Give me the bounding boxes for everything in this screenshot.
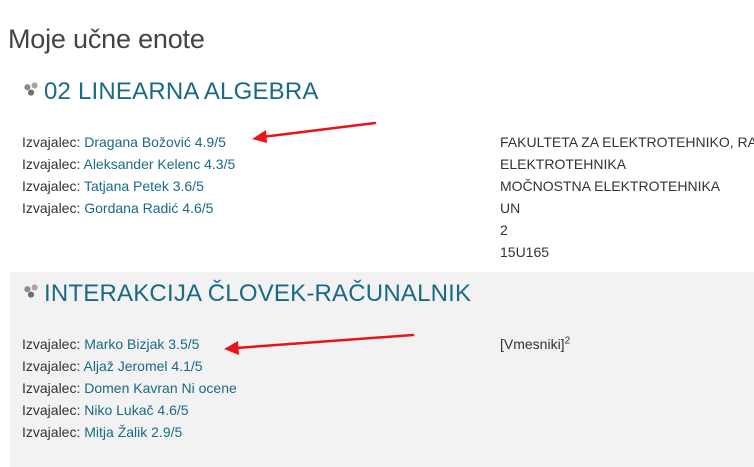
course-card: INTERAKCIJA ČLOVEK-RAČUNALNIK Izvajalec:… — [10, 272, 754, 467]
teacher-prefix: Izvajalec: — [22, 156, 81, 172]
teacher-link[interactable]: Marko Bizjak 3.5/5 — [84, 336, 199, 352]
teacher-prefix: Izvajalec: — [22, 200, 81, 216]
course-nodes-icon — [24, 284, 38, 298]
teacher-link[interactable]: Domen Kavran Ni ocene — [84, 380, 237, 396]
teacher-prefix: Izvajalec: — [22, 336, 81, 352]
teacher-row: Izvajalec: Gordana Radić 4.6/5 — [22, 197, 235, 219]
teacher-row: Izvajalec: Domen Kavran Ni ocene — [22, 377, 237, 399]
teacher-link[interactable]: Dragana Božović 4.9/5 — [84, 134, 226, 150]
year-text: 2 — [500, 222, 508, 238]
page-title: Moje učne enote — [8, 24, 205, 54]
teacher-prefix: Izvajalec: — [22, 402, 81, 418]
teacher-prefix: Izvajalec: — [22, 380, 81, 396]
teacher-row: Izvajalec: Niko Lukač 4.6/5 — [22, 399, 237, 421]
teacher-link[interactable]: Aleksander Kelenc 4.3/5 — [83, 156, 235, 172]
course-code-text: 15U165 — [500, 244, 550, 260]
teacher-row: Izvajalec: Tatjana Petek 3.6/5 — [22, 175, 235, 197]
teacher-prefix: Izvajalec: — [22, 358, 81, 374]
teacher-link[interactable]: Aljaž Jeromel 4.1/5 — [83, 358, 202, 374]
teacher-row: Izvajalec: Mitja Žalik 2.9/5 — [22, 421, 237, 443]
teacher-row: Izvajalec: Aleksander Kelenc 4.3/5 — [22, 153, 235, 175]
teacher-row: Izvajalec: Dragana Božović 4.9/5 — [22, 131, 235, 153]
course-card: 02 LINEARNA ALGEBRA Izvajalec: Dragana B… — [10, 70, 754, 270]
course-tag-text: [Vmesniki] — [500, 336, 565, 352]
teacher-row: Izvajalec: Marko Bizjak 3.5/5 — [22, 333, 237, 355]
course-title-link[interactable]: INTERAKCIJA ČLOVEK-RAČUNALNIK — [44, 280, 471, 308]
course-header: 02 LINEARNA ALGEBRA — [22, 78, 319, 106]
teacher-link[interactable]: Tatjana Petek 3.6/5 — [84, 178, 204, 194]
teacher-link[interactable]: Mitja Žalik 2.9/5 — [84, 424, 182, 440]
teacher-prefix: Izvajalec: — [22, 178, 81, 194]
teacher-list: Izvajalec: Dragana Božović 4.9/5 Izvajal… — [22, 131, 235, 219]
faculty-text: FAKULTETA ZA ELEKTROTEHNIKO, RAČ — [500, 134, 754, 150]
teacher-link[interactable]: Niko Lukač 4.6/5 — [84, 402, 188, 418]
course-title-link[interactable]: 02 LINEARNA ALGEBRA — [44, 78, 319, 106]
course-tag-sup: 2 — [564, 335, 571, 347]
teacher-list: Izvajalec: Marko Bizjak 3.5/5 Izvajalec:… — [22, 333, 237, 443]
course-header: INTERAKCIJA ČLOVEK-RAČUNALNIK — [22, 280, 471, 308]
level-text: UN — [500, 200, 521, 216]
teacher-row: Izvajalec: Aljaž Jeromel 4.1/5 — [22, 355, 237, 377]
teacher-link[interactable]: Gordana Radić 4.6/5 — [84, 200, 213, 216]
teacher-prefix: Izvajalec: — [22, 134, 81, 150]
course-info: FAKULTETA ZA ELEKTROTEHNIKO, RAČ ELEKTRO… — [500, 131, 754, 263]
program-text: ELEKTROTEHNIKA — [500, 156, 627, 172]
course-nodes-icon — [24, 82, 38, 96]
teacher-prefix: Izvajalec: — [22, 424, 81, 440]
course-info: [Vmesniki]2 — [500, 333, 570, 355]
module-text: MOČNOSTNA ELEKTROTEHNIKA — [500, 178, 721, 194]
course-tag: [Vmesniki]2 — [500, 333, 570, 355]
